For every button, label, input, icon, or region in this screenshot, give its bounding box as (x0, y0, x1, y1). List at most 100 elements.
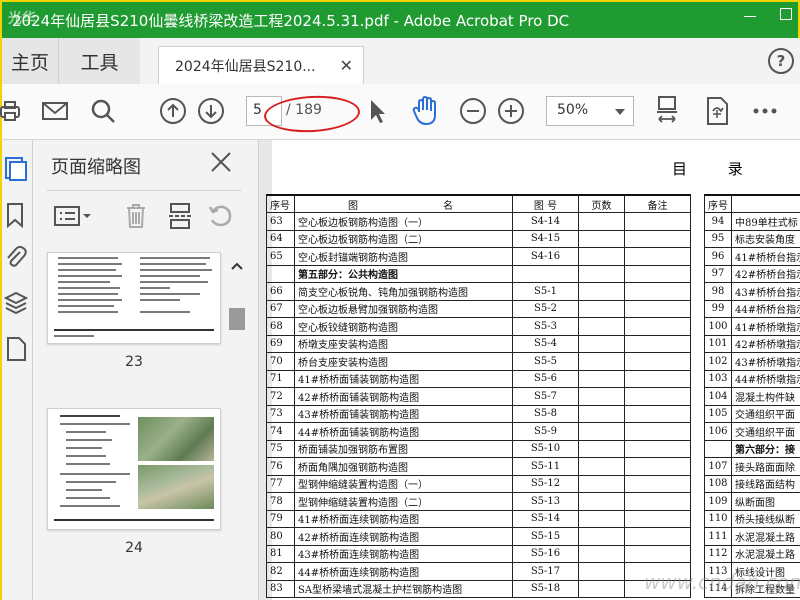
table-cell: S5-5 (512, 352, 579, 371)
tab-document[interactable]: 2024年仙居县S210... ✕ (158, 46, 364, 84)
header-remarks: 备注 (624, 194, 691, 213)
zoom-in-icon[interactable] (496, 96, 526, 126)
table-cell (578, 264, 625, 283)
tab-home[interactable]: 主页 (2, 38, 58, 84)
table-cell (578, 369, 625, 388)
table-cell (624, 439, 691, 458)
table-row: 第五部分：公共构造图 (266, 264, 691, 283)
thumbnail-page-number: 23 (125, 354, 143, 370)
table-cell: 42#桥桥面连续钢筋构造图 (294, 527, 513, 546)
table-cell (578, 229, 625, 248)
table-cell: 44#桥桥墩指示 (730, 369, 800, 388)
rotate-page-icon[interactable] (205, 200, 235, 232)
table-row: 63 空心板边板钢筋构造图（一） S4-14 (266, 212, 691, 231)
zoom-level-value: 50% (557, 102, 589, 118)
table-cell: 中89单柱式标 (730, 212, 800, 231)
table-cell (578, 544, 625, 563)
table-cell: 44#桥桥台指示 (730, 299, 800, 318)
table-cell: 桥面角隅加强钢筋构造图 (294, 457, 513, 476)
page-thumbnail[interactable] (47, 408, 221, 530)
table-cell (624, 457, 691, 476)
maximize-button[interactable] (780, 8, 792, 20)
document-tab-label: 2024年仙居县S210... (175, 58, 316, 75)
thumbnail-scrollbar[interactable] (229, 248, 245, 600)
table-cell: S5-14 (512, 509, 579, 528)
zoom-out-icon[interactable] (458, 96, 488, 126)
table-row: 83 SA型桥梁墙式混凝土护栏钢筋构造图 S5-18 (266, 579, 691, 598)
email-icon[interactable] (40, 96, 70, 126)
table-cell (624, 527, 691, 546)
table-cell: 水泥混凝土路 (730, 527, 800, 546)
scroll-up-icon[interactable] (231, 256, 243, 270)
table-cell: S5-3 (512, 317, 579, 336)
tab-bar: 主页 工具 2024年仙居县S210... ✕ ? (0, 38, 800, 84)
table-cell (624, 334, 691, 353)
table-cell: 75 (266, 439, 295, 458)
table-cell: 型钢伸缩缝装置构造图（一） (294, 474, 513, 493)
extract-page-icon[interactable] (165, 200, 195, 232)
table-cell: 68 (266, 317, 295, 336)
document-view: 目 录 序号 图名 图 号 页数 备注 63 空心板边板钢筋构造图（一） S4-14… (260, 140, 800, 600)
toc-table-right: 序号 94 中89单柱式标 95 标志安装角度 96 41#桥桥台指示 97 42#桥桥台指示… (704, 194, 800, 598)
rotate-view-icon[interactable] (702, 96, 732, 126)
table-cell (578, 387, 625, 406)
table-cell (578, 509, 625, 528)
zoom-level-select[interactable]: 50% (546, 96, 634, 126)
table-row: 81 43#桥桥面连续钢筋构造图 S5-16 (266, 544, 691, 563)
table-cell: S5-12 (512, 474, 579, 493)
table-cell: 71 (266, 369, 295, 388)
table-cell: S5-8 (512, 404, 579, 423)
table-row: 107 接头路面面除 (704, 457, 800, 476)
layers-icon[interactable] (3, 290, 29, 316)
select-cursor-icon[interactable] (362, 96, 392, 126)
table-row: 76 桥面角隅加强钢筋构造图 S5-11 (266, 457, 691, 476)
page-thumbnail[interactable] (47, 252, 221, 344)
table-cell: 104 (704, 387, 732, 406)
table-cell: 97 (704, 264, 732, 283)
previous-page-icon[interactable] (158, 96, 188, 126)
table-cell (578, 562, 625, 581)
panel-title: 页面缩略图 (51, 157, 141, 178)
table-row: 73 43#桥桥面铺装钢筋构造图 S5-8 (266, 404, 691, 423)
table-cell (578, 439, 625, 458)
more-options-icon[interactable] (750, 96, 780, 126)
page-thumbnails-icon[interactable] (4, 156, 28, 182)
fit-page-icon[interactable] (652, 96, 682, 126)
table-cell (624, 369, 691, 388)
table-cell: 81 (266, 544, 295, 563)
search-icon[interactable] (88, 96, 118, 126)
minimize-button[interactable] (742, 8, 758, 24)
table-cell: 第五部分：公共构造图 (294, 264, 513, 283)
bookmarks-icon[interactable] (4, 202, 28, 229)
print-icon[interactable] (0, 96, 26, 126)
table-row: 82 44#桥桥面连续钢筋构造图 S5-17 (266, 562, 691, 581)
table-cell: S5-2 (512, 299, 579, 318)
scrollbar-thumb[interactable] (229, 308, 245, 330)
table-cell: 66 (266, 282, 295, 301)
table-cell: 混凝土构件缺 (730, 387, 800, 406)
table-cell: S5-11 (512, 457, 579, 476)
tab-tools[interactable]: 工具 (58, 38, 140, 84)
table-cell: SA型桥梁墙式混凝土护栏钢筋构造图 (294, 579, 513, 598)
attachments-icon[interactable] (4, 244, 28, 270)
table-cell: 空心板边板钢筋构造图（二） (294, 229, 513, 248)
table-cell: 纵断面图 (730, 492, 800, 511)
close-tab-icon[interactable]: ✕ (340, 56, 353, 75)
help-icon[interactable]: ? (768, 48, 794, 74)
close-panel-icon[interactable] (209, 150, 233, 174)
thumbnail-options-icon[interactable] (51, 200, 95, 232)
table-cell (624, 509, 691, 528)
table-cell (624, 247, 691, 266)
table-cell: 65 (266, 247, 295, 266)
table-cell: 交通组织平面 (730, 422, 800, 441)
table-row: 71 41#桥桥面铺装钢筋构造图 S5-6 (266, 369, 691, 388)
table-cell (624, 317, 691, 336)
next-page-icon[interactable] (196, 96, 226, 126)
table-row: 70 桥台支座安装构造图 S5-5 (266, 352, 691, 371)
table-cell (624, 404, 691, 423)
table-cell: 76 (266, 457, 295, 476)
table-row: 95 标志安装角度 (704, 229, 800, 248)
delete-page-icon[interactable] (121, 200, 151, 232)
hand-tool-icon[interactable] (410, 96, 440, 126)
document-icon[interactable] (4, 336, 28, 362)
